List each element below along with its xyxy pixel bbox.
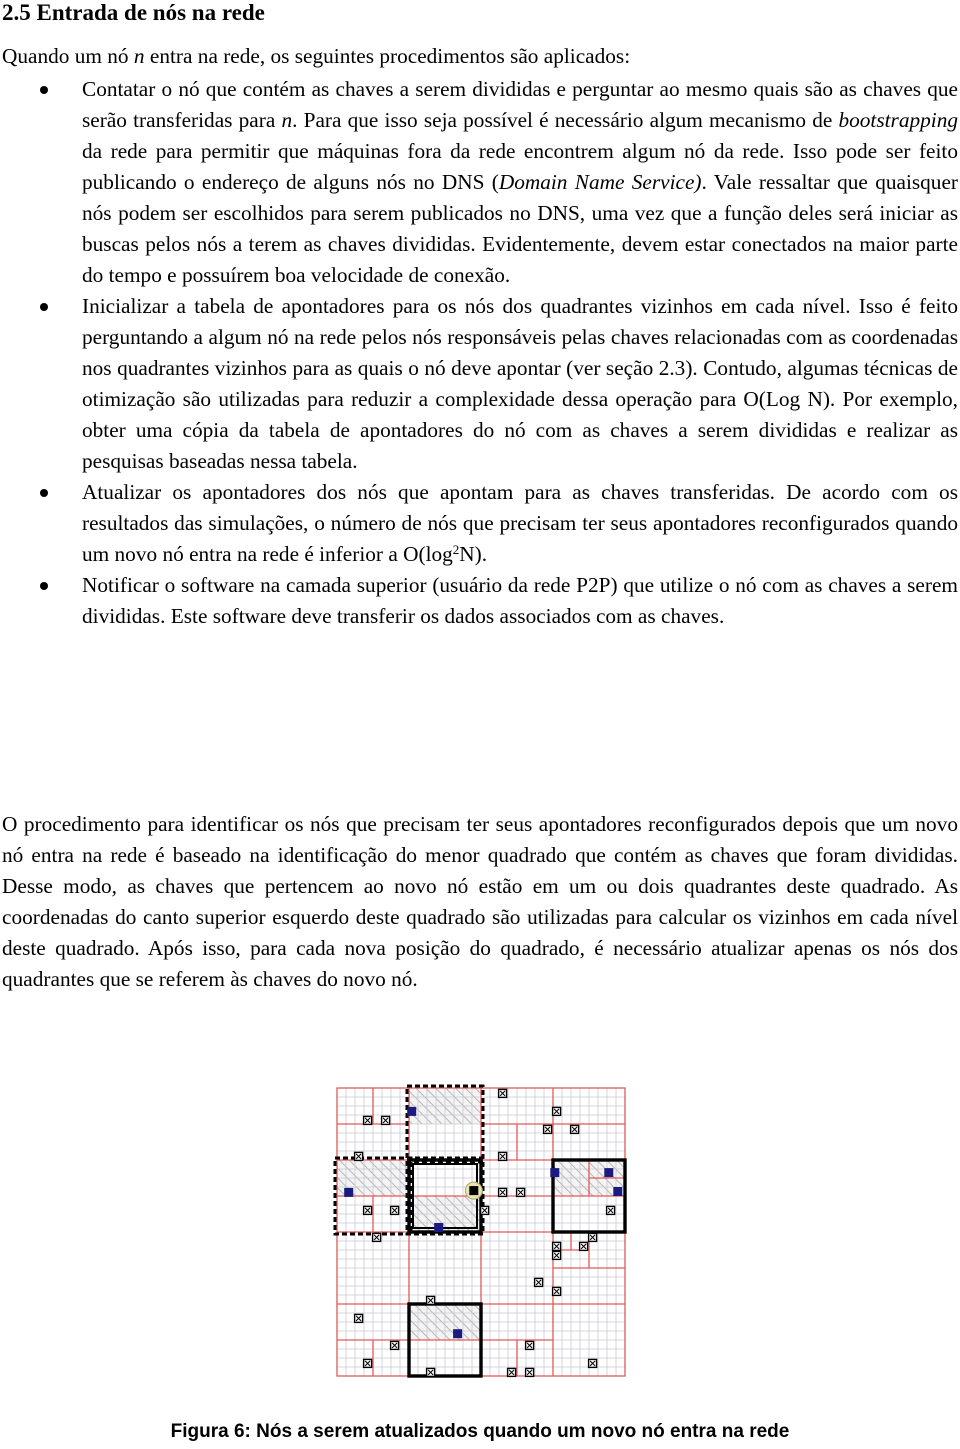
list-item: Contatar o nó que contém as chaves a ser…: [0, 74, 958, 291]
updated-node-icon: [604, 1168, 614, 1178]
figure-caption: Figura 6: Nós a serem atualizados quando…: [170, 1421, 790, 1442]
bullet-icon: [40, 86, 48, 94]
closing-paragraph: O procedimento para identificar os nós q…: [2, 812, 958, 991]
text-run: N).: [459, 542, 488, 566]
updated-node-icon: [453, 1329, 463, 1339]
intro-text-after: entra na rede, os seguintes procedimento…: [144, 44, 631, 68]
list-item: Atualizar os apontadores dos nós que apo…: [0, 477, 958, 570]
text-run: Inicializar a tabela de apontadores para…: [82, 294, 958, 473]
list-item: Inicializar a tabela de apontadores para…: [0, 291, 958, 477]
intro-variable: n: [133, 44, 145, 68]
new-node-marker: [464, 1181, 483, 1200]
updated-node-icon: [613, 1187, 623, 1196]
italic-text: Domain Name Service): [498, 170, 702, 194]
intro-paragraph: Quando um nó n entra na rede, os seguint…: [2, 41, 958, 72]
text-run: . Para que isso seja possível é necessár…: [292, 108, 839, 132]
list-item-text: Inicializar a tabela de apontadores para…: [82, 291, 958, 477]
list-item: Notificar o software na camada superior …: [0, 570, 958, 632]
section-heading: 2.5 Entrada de nós na rede: [2, 0, 265, 25]
list-item-text: Atualizar os apontadores dos nós que apo…: [82, 477, 958, 570]
bullet-icon: [40, 489, 48, 497]
updated-node-icon: [550, 1168, 560, 1178]
list-item-text: Contatar o nó que contém as chaves a ser…: [82, 74, 958, 291]
list-item-text: Notificar o software na camada superior …: [82, 570, 958, 632]
intro-text-before: Quando um nó: [2, 44, 134, 68]
procedure-list: Contatar o nó que contém as chaves a ser…: [0, 74, 960, 632]
italic-text: n: [281, 108, 293, 132]
quadtree-diagram: [333, 1084, 627, 1378]
text-run: Notificar o software na camada superior …: [82, 573, 958, 628]
bullet-icon: [40, 582, 48, 590]
updated-node-icon: [344, 1187, 354, 1197]
updated-node-icon: [434, 1223, 444, 1232]
bullet-icon: [40, 303, 48, 311]
new-node-icon: [469, 1186, 479, 1196]
text-run: Atualizar os apontadores dos nós que apo…: [82, 480, 958, 566]
updated-node-icon: [407, 1106, 417, 1116]
italic-text: bootstrapping: [838, 108, 958, 132]
quadtree-figure: [328, 1080, 632, 1390]
